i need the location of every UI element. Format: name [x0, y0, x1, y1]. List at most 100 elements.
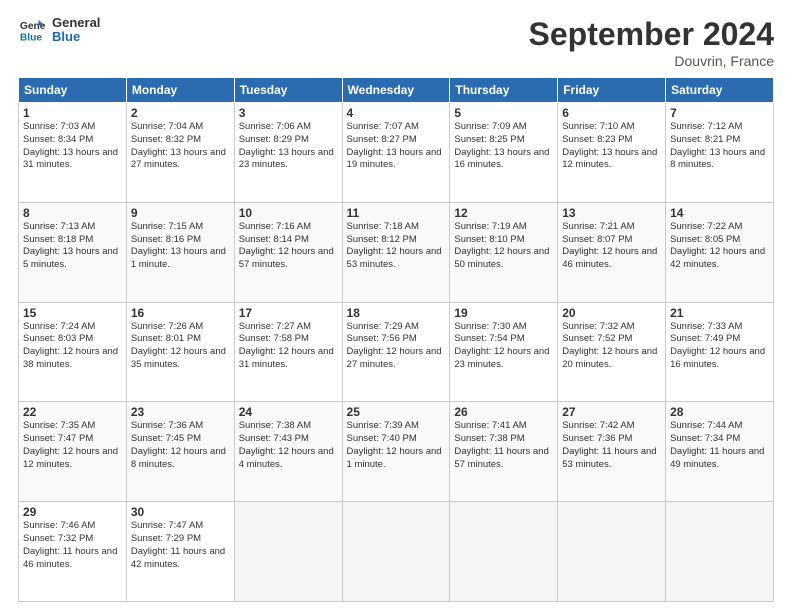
day-number: 2 — [131, 106, 230, 120]
day-number: 5 — [454, 106, 553, 120]
day-number: 29 — [23, 505, 122, 519]
calendar-day-cell: 8Sunrise: 7:13 AMSunset: 8:18 PMDaylight… — [19, 202, 127, 302]
day-number: 15 — [23, 306, 122, 320]
location: Douvrin, France — [529, 53, 774, 69]
day-info: Sunrise: 7:09 AMSunset: 8:25 PMDaylight:… — [454, 121, 553, 172]
calendar-week-row: 1Sunrise: 7:03 AMSunset: 8:34 PMDaylight… — [19, 103, 774, 203]
calendar-day-cell: 29Sunrise: 7:46 AMSunset: 7:32 PMDayligh… — [19, 502, 127, 602]
weekday-header: Wednesday — [342, 78, 450, 103]
day-number: 18 — [347, 306, 446, 320]
day-info: Sunrise: 7:29 AMSunset: 7:56 PMDaylight:… — [347, 321, 446, 372]
calendar-day-cell: 23Sunrise: 7:36 AMSunset: 7:45 PMDayligh… — [126, 402, 234, 502]
day-info: Sunrise: 7:30 AMSunset: 7:54 PMDaylight:… — [454, 321, 553, 372]
day-info: Sunrise: 7:46 AMSunset: 7:32 PMDaylight:… — [23, 520, 122, 571]
day-number: 6 — [562, 106, 661, 120]
day-info: Sunrise: 7:10 AMSunset: 8:23 PMDaylight:… — [562, 121, 661, 172]
day-info: Sunrise: 7:39 AMSunset: 7:40 PMDaylight:… — [347, 420, 446, 471]
calendar-day-cell: 16Sunrise: 7:26 AMSunset: 8:01 PMDayligh… — [126, 302, 234, 402]
title-block: September 2024 Douvrin, France — [529, 16, 774, 69]
day-info: Sunrise: 7:35 AMSunset: 7:47 PMDaylight:… — [23, 420, 122, 471]
day-info: Sunrise: 7:16 AMSunset: 8:14 PMDaylight:… — [239, 221, 338, 272]
svg-text:General: General — [20, 21, 46, 32]
day-info: Sunrise: 7:07 AMSunset: 8:27 PMDaylight:… — [347, 121, 446, 172]
day-info: Sunrise: 7:15 AMSunset: 8:16 PMDaylight:… — [131, 221, 230, 272]
day-number: 21 — [670, 306, 769, 320]
day-number: 11 — [347, 206, 446, 220]
calendar-header-row: SundayMondayTuesdayWednesdayThursdayFrid… — [19, 78, 774, 103]
calendar-week-row: 29Sunrise: 7:46 AMSunset: 7:32 PMDayligh… — [19, 502, 774, 602]
day-info: Sunrise: 7:04 AMSunset: 8:32 PMDaylight:… — [131, 121, 230, 172]
day-info: Sunrise: 7:06 AMSunset: 8:29 PMDaylight:… — [239, 121, 338, 172]
logo-icon: General Blue — [18, 16, 46, 44]
day-number: 23 — [131, 405, 230, 419]
calendar-day-cell: 7Sunrise: 7:12 AMSunset: 8:21 PMDaylight… — [666, 103, 774, 203]
day-info: Sunrise: 7:41 AMSunset: 7:38 PMDaylight:… — [454, 420, 553, 471]
calendar-day-cell: 3Sunrise: 7:06 AMSunset: 8:29 PMDaylight… — [234, 103, 342, 203]
day-number: 1 — [23, 106, 122, 120]
calendar-day-cell: 24Sunrise: 7:38 AMSunset: 7:43 PMDayligh… — [234, 402, 342, 502]
day-number: 30 — [131, 505, 230, 519]
calendar-day-cell — [666, 502, 774, 602]
day-number: 24 — [239, 405, 338, 419]
calendar-week-row: 22Sunrise: 7:35 AMSunset: 7:47 PMDayligh… — [19, 402, 774, 502]
calendar-day-cell: 11Sunrise: 7:18 AMSunset: 8:12 PMDayligh… — [342, 202, 450, 302]
day-number: 26 — [454, 405, 553, 419]
calendar-day-cell: 10Sunrise: 7:16 AMSunset: 8:14 PMDayligh… — [234, 202, 342, 302]
day-info: Sunrise: 7:36 AMSunset: 7:45 PMDaylight:… — [131, 420, 230, 471]
day-number: 7 — [670, 106, 769, 120]
day-info: Sunrise: 7:26 AMSunset: 8:01 PMDaylight:… — [131, 321, 230, 372]
day-number: 8 — [23, 206, 122, 220]
calendar-day-cell: 4Sunrise: 7:07 AMSunset: 8:27 PMDaylight… — [342, 103, 450, 203]
calendar-day-cell: 18Sunrise: 7:29 AMSunset: 7:56 PMDayligh… — [342, 302, 450, 402]
day-number: 17 — [239, 306, 338, 320]
calendar-day-cell — [234, 502, 342, 602]
calendar-week-row: 8Sunrise: 7:13 AMSunset: 8:18 PMDaylight… — [19, 202, 774, 302]
calendar-day-cell — [450, 502, 558, 602]
calendar-day-cell: 30Sunrise: 7:47 AMSunset: 7:29 PMDayligh… — [126, 502, 234, 602]
calendar-day-cell: 20Sunrise: 7:32 AMSunset: 7:52 PMDayligh… — [558, 302, 666, 402]
day-info: Sunrise: 7:38 AMSunset: 7:43 PMDaylight:… — [239, 420, 338, 471]
svg-text:Blue: Blue — [20, 33, 43, 44]
calendar-day-cell: 6Sunrise: 7:10 AMSunset: 8:23 PMDaylight… — [558, 103, 666, 203]
logo-line1: General — [52, 16, 100, 30]
day-info: Sunrise: 7:21 AMSunset: 8:07 PMDaylight:… — [562, 221, 661, 272]
day-number: 28 — [670, 405, 769, 419]
weekday-header: Saturday — [666, 78, 774, 103]
calendar-day-cell — [342, 502, 450, 602]
calendar-day-cell: 14Sunrise: 7:22 AMSunset: 8:05 PMDayligh… — [666, 202, 774, 302]
day-info: Sunrise: 7:42 AMSunset: 7:36 PMDaylight:… — [562, 420, 661, 471]
day-info: Sunrise: 7:47 AMSunset: 7:29 PMDaylight:… — [131, 520, 230, 571]
calendar-table: SundayMondayTuesdayWednesdayThursdayFrid… — [18, 77, 774, 602]
page: General Blue General Blue September 2024… — [0, 0, 792, 612]
day-number: 19 — [454, 306, 553, 320]
day-number: 25 — [347, 405, 446, 419]
day-number: 3 — [239, 106, 338, 120]
calendar-day-cell: 22Sunrise: 7:35 AMSunset: 7:47 PMDayligh… — [19, 402, 127, 502]
weekday-header: Thursday — [450, 78, 558, 103]
calendar-day-cell: 1Sunrise: 7:03 AMSunset: 8:34 PMDaylight… — [19, 103, 127, 203]
day-info: Sunrise: 7:27 AMSunset: 7:58 PMDaylight:… — [239, 321, 338, 372]
day-info: Sunrise: 7:19 AMSunset: 8:10 PMDaylight:… — [454, 221, 553, 272]
weekday-header: Monday — [126, 78, 234, 103]
calendar-day-cell: 26Sunrise: 7:41 AMSunset: 7:38 PMDayligh… — [450, 402, 558, 502]
calendar-day-cell: 21Sunrise: 7:33 AMSunset: 7:49 PMDayligh… — [666, 302, 774, 402]
weekday-header: Sunday — [19, 78, 127, 103]
day-info: Sunrise: 7:44 AMSunset: 7:34 PMDaylight:… — [670, 420, 769, 471]
calendar-week-row: 15Sunrise: 7:24 AMSunset: 8:03 PMDayligh… — [19, 302, 774, 402]
day-info: Sunrise: 7:03 AMSunset: 8:34 PMDaylight:… — [23, 121, 122, 172]
calendar-day-cell: 19Sunrise: 7:30 AMSunset: 7:54 PMDayligh… — [450, 302, 558, 402]
calendar-day-cell: 5Sunrise: 7:09 AMSunset: 8:25 PMDaylight… — [450, 103, 558, 203]
header: General Blue General Blue September 2024… — [18, 16, 774, 69]
calendar-day-cell: 28Sunrise: 7:44 AMSunset: 7:34 PMDayligh… — [666, 402, 774, 502]
calendar-day-cell: 13Sunrise: 7:21 AMSunset: 8:07 PMDayligh… — [558, 202, 666, 302]
day-info: Sunrise: 7:12 AMSunset: 8:21 PMDaylight:… — [670, 121, 769, 172]
calendar-day-cell: 9Sunrise: 7:15 AMSunset: 8:16 PMDaylight… — [126, 202, 234, 302]
weekday-header: Tuesday — [234, 78, 342, 103]
calendar-day-cell: 27Sunrise: 7:42 AMSunset: 7:36 PMDayligh… — [558, 402, 666, 502]
day-number: 12 — [454, 206, 553, 220]
day-number: 27 — [562, 405, 661, 419]
day-number: 20 — [562, 306, 661, 320]
day-number: 13 — [562, 206, 661, 220]
calendar-day-cell: 17Sunrise: 7:27 AMSunset: 7:58 PMDayligh… — [234, 302, 342, 402]
day-info: Sunrise: 7:32 AMSunset: 7:52 PMDaylight:… — [562, 321, 661, 372]
